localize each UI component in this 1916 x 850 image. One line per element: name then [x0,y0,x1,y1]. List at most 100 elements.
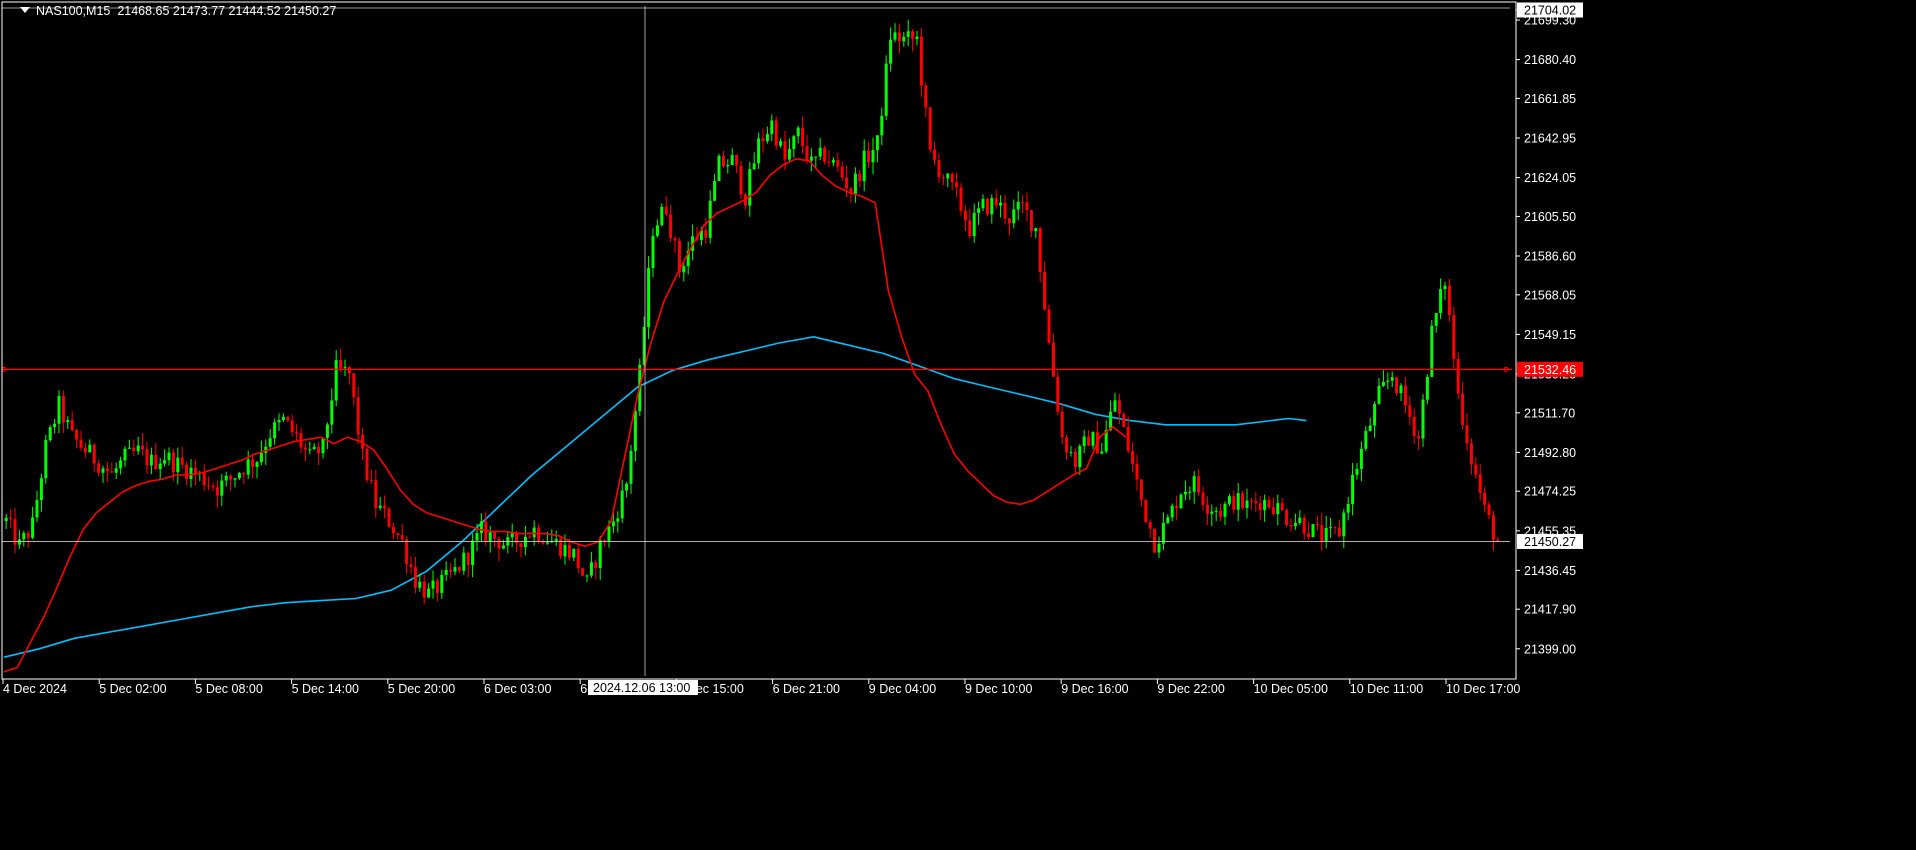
candle-body [1439,289,1443,314]
x-tick-label: 5 Dec 08:00 [195,682,262,696]
candle-body [1153,528,1157,553]
candle-body [1474,464,1478,475]
candle-body [1408,405,1412,417]
candle-body [1456,359,1460,394]
candle-body [440,574,444,593]
candle-body [735,154,739,166]
y-tick-label: 21624.05 [1524,171,1576,185]
candle-body [831,160,835,163]
candle-body [1254,501,1258,504]
candle-body [1166,517,1170,524]
candle-body [757,138,761,164]
candle-body [1060,411,1064,438]
candle-body [774,120,778,146]
candle-body [801,127,805,146]
candle-body [792,136,796,150]
candle-body [607,526,611,542]
candle-body [770,120,774,135]
candle-body [761,138,765,142]
candle-body [1452,315,1456,360]
candle-body [1469,443,1473,465]
candle-body [1192,476,1196,492]
y-tick-label: 21642.95 [1524,132,1576,146]
candle-body [1126,426,1130,452]
candle-body [53,423,57,428]
candle-body [1395,377,1399,394]
candle-body [928,107,932,150]
candle-body [1447,285,1451,316]
candle-body [479,521,483,534]
y-tick-label: 21549.15 [1524,328,1576,342]
candle-body [523,536,527,548]
candle-body [1289,524,1293,527]
candle-body [990,198,994,215]
candle-body [783,141,787,160]
chevron-down-icon[interactable] [20,7,30,13]
candle-body [1029,210,1033,232]
candle-body [827,161,831,163]
ohlc-values: 21468.65 21473.77 21444.52 21450.27 [117,4,337,18]
candle-body [31,517,35,538]
candle-body [893,32,897,40]
y-tick-label: 21680.40 [1524,53,1576,67]
candle-body [1170,505,1174,518]
candle-body [202,472,206,486]
candle-body [779,141,783,146]
candle-body [1351,474,1355,505]
candle-body [193,467,197,474]
y-tick-label: 21511.70 [1524,406,1575,420]
candle-body [1359,448,1363,469]
candle-body [273,422,277,439]
candle-body [1302,517,1306,534]
candle-body [510,533,514,538]
candle-body [343,367,347,369]
candle-body [1412,416,1416,437]
candle-body [1487,504,1491,516]
candle-body [295,431,299,434]
candle-body [1267,499,1271,508]
candle-body [955,182,959,188]
y-tick-label: 21474.25 [1524,485,1576,499]
candle-body [1135,463,1139,480]
candle-body [1245,500,1249,508]
candle-body [1091,432,1095,446]
candle-body [1285,510,1289,525]
candle-body [660,206,664,226]
candle-body [1320,525,1324,541]
candle-body [277,419,281,423]
candle-body [1324,527,1328,541]
candle-body [1373,403,1377,426]
candle-body [352,373,356,398]
candle-body [233,478,237,480]
candle-body [1223,503,1227,517]
candle-body [911,31,915,40]
candle-body [924,85,928,108]
candle-body [963,210,967,221]
candle-body [1232,496,1236,510]
candle-body [1293,523,1297,527]
candle-body [1087,436,1091,446]
candle-body [396,533,400,536]
x-tick-label: 10 Dec 05:00 [1254,682,1328,696]
candle-body [383,505,387,509]
candle-body [1368,425,1372,431]
candle-body [673,238,677,241]
candle-body [532,527,536,538]
price-chart[interactable]: 21704.0221699.3021680.4021661.8521642.95… [0,0,1916,850]
candle-body [268,438,272,447]
candle-body [554,539,558,541]
candle-body [1381,381,1385,386]
y-tick-label: 21568.05 [1524,288,1576,302]
top-price-label: 21704.02 [1524,4,1576,18]
candle-body [1161,523,1165,544]
candle-body [818,147,822,157]
candle-body [83,447,87,453]
candle-body [132,447,136,452]
candle-body [242,473,246,475]
candle-body [1016,201,1020,210]
candle-body [466,552,470,565]
candle-body [1175,505,1179,509]
candle-body [1065,437,1069,453]
x-tick-label: 5 Dec 02:00 [99,682,166,696]
candle-body [290,420,294,432]
